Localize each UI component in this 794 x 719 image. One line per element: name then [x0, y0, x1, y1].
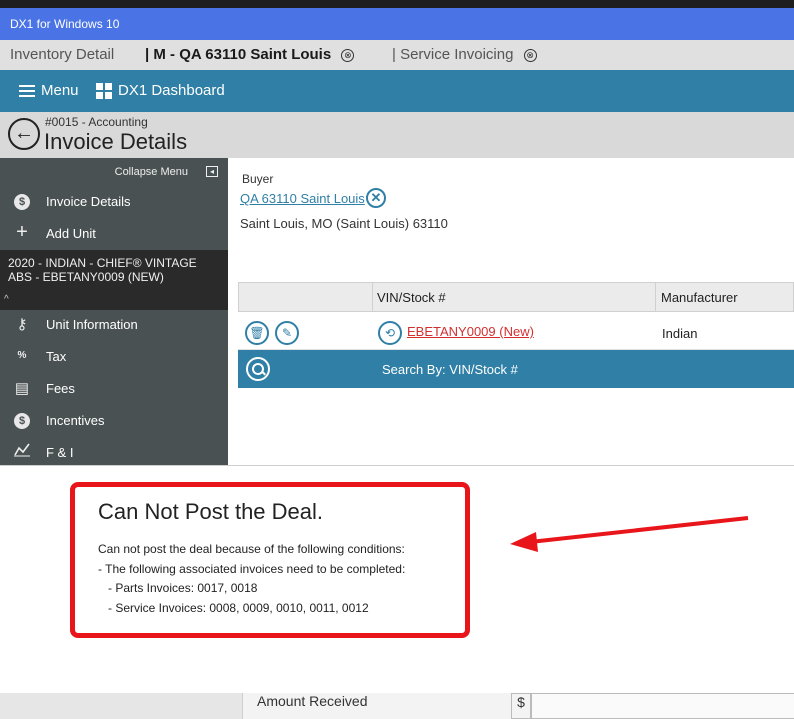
sidebar-item-label: Tax — [46, 349, 67, 364]
search-icon[interactable] — [246, 357, 270, 381]
tab-label: | M - QA 63110 Saint Louis — [145, 46, 332, 63]
main-content: Buyer QA 63110 Saint Louis ✕ Saint Louis… — [228, 158, 794, 465]
tab-service-invoicing[interactable]: | Service Invoicing ⊗ — [392, 46, 537, 63]
key-icon: ⚷ — [16, 316, 28, 333]
units-table-header: VIN/Stock # Manufacturer — [238, 282, 794, 313]
manufacturer-value: Indian — [662, 326, 698, 341]
sidebar: Collapse Menu ◂ $ Invoice Details + Add … — [0, 158, 228, 465]
nav-bar: Menu DX1 Dashboard — [0, 70, 794, 112]
sidebar-item-label: Incentives — [46, 413, 105, 428]
amount-received-panel: Amount Received $ — [242, 693, 794, 719]
swap-icon[interactable]: ⟲ — [378, 321, 402, 345]
sidebar-item-label: Add Unit — [46, 226, 96, 241]
sidebar-item-label: Fees — [46, 381, 75, 396]
top-strip — [0, 0, 794, 8]
remove-buyer-icon[interactable]: ✕ — [366, 188, 386, 208]
tab-label: Inventory Detail — [10, 46, 115, 63]
column-header-vin: VIN/Stock # — [377, 290, 446, 305]
bottom-section: Amount Received $ — [0, 693, 794, 719]
title-bar: DX1 for Windows 10 — [0, 8, 794, 40]
dashboard-button[interactable]: DX1 Dashboard — [96, 82, 225, 99]
buyer-label: Buyer — [242, 172, 274, 186]
sidebar-item-label: Invoice Details — [46, 194, 131, 209]
breadcrumb: #0015 - Accounting — [45, 115, 148, 129]
page-header: ← #0015 - Accounting Invoice Details — [0, 112, 794, 158]
trash-icon[interactable]: 🗑 — [245, 321, 269, 345]
search-label: Search By: VIN/Stock # — [382, 362, 518, 377]
search-bar[interactable]: Search By: VIN/Stock # — [238, 350, 794, 388]
app-window: DX1 for Windows 10 Inventory Detail | M … — [0, 0, 794, 719]
vin-link[interactable]: EBETANY0009 (New) — [407, 324, 534, 339]
column-divider — [372, 283, 373, 313]
tab-inventory-detail[interactable]: Inventory Detail — [10, 46, 114, 63]
sidebar-item-unit-information[interactable]: ⚷ Unit Information — [0, 309, 228, 341]
unit-line-1: 2020 - INDIAN - CHIEF® VINTAGE — [8, 256, 197, 270]
annotation-highlight-box — [70, 482, 470, 638]
page-title: Invoice Details — [44, 129, 188, 154]
amount-received-input[interactable] — [531, 693, 794, 719]
sidebar-item-tax[interactable]: % Tax — [0, 341, 228, 373]
hamburger-icon — [19, 84, 35, 97]
dollar-circle-icon: $ — [13, 192, 31, 210]
annotation-arrow-icon — [510, 516, 749, 552]
collapse-menu-button[interactable]: Collapse Menu — [115, 166, 188, 178]
buyer-address: Saint Louis, MO (Saint Louis) 63110 — [240, 216, 448, 231]
column-divider — [655, 283, 656, 313]
tab-invoice[interactable]: | M - QA 63110 Saint Louis ⊗ — [145, 46, 355, 63]
dashboard-label: DX1 Dashboard — [118, 82, 225, 99]
tax-icon: % — [17, 350, 27, 361]
edit-icon[interactable]: ✎ — [275, 321, 299, 345]
collapse-icon[interactable]: ◂ — [206, 166, 218, 177]
currency-symbol: $ — [511, 693, 531, 719]
caret-up-icon: ^ — [4, 294, 9, 305]
amount-received-label: Amount Received — [257, 693, 368, 709]
sidebar-item-add-unit[interactable]: + Add Unit — [0, 218, 228, 250]
close-icon[interactable]: ⊗ — [341, 49, 355, 62]
unit-line-2: ABS - EBETANY0009 (NEW) — [8, 270, 164, 284]
selected-unit[interactable]: 2020 - INDIAN - CHIEF® VINTAGE ABS - EBE… — [0, 250, 228, 310]
column-header-manufacturer: Manufacturer — [661, 290, 738, 305]
error-dialog: Can Not Post the Deal. Can not post the … — [0, 465, 794, 693]
sidebar-item-label: F & I — [46, 445, 74, 460]
sidebar-item-fees[interactable]: ▤ Fees — [0, 373, 228, 405]
table-row: 🗑 ✎ ⟲ EBETANY0009 (New) Indian — [238, 312, 794, 350]
back-arrow-icon[interactable]: ← — [8, 118, 40, 150]
sidebar-item-label: Unit Information — [46, 317, 138, 332]
close-icon[interactable]: ⊗ — [523, 49, 537, 62]
document-icon: ▤ — [14, 380, 30, 397]
tab-bar: Inventory Detail | M - QA 63110 Saint Lo… — [0, 40, 794, 70]
buyer-link[interactable]: QA 63110 Saint Louis — [240, 191, 365, 206]
app-title: DX1 for Windows 10 — [10, 17, 120, 31]
menu-label: Menu — [41, 82, 79, 99]
dollar-circle-icon: $ — [13, 411, 31, 429]
chart-icon — [13, 443, 31, 461]
tab-label: | Service Invoicing — [392, 46, 514, 63]
plus-icon: + — [16, 221, 28, 243]
sidebar-item-invoice-details[interactable]: $ Invoice Details — [0, 186, 228, 218]
menu-button[interactable]: Menu — [19, 82, 79, 99]
dashboard-icon — [96, 82, 112, 99]
sidebar-item-incentives[interactable]: $ Incentives — [0, 405, 228, 437]
